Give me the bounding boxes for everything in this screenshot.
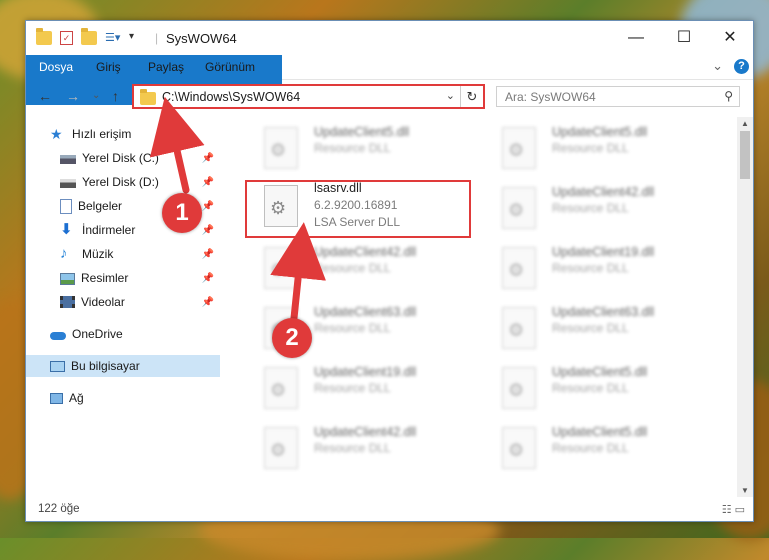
callout-1: 1: [162, 193, 202, 233]
callout-2: 2: [272, 318, 312, 358]
arrow-2: [270, 222, 326, 322]
arrow-1: [149, 96, 205, 194]
annotation-arrows: [149, 96, 326, 322]
